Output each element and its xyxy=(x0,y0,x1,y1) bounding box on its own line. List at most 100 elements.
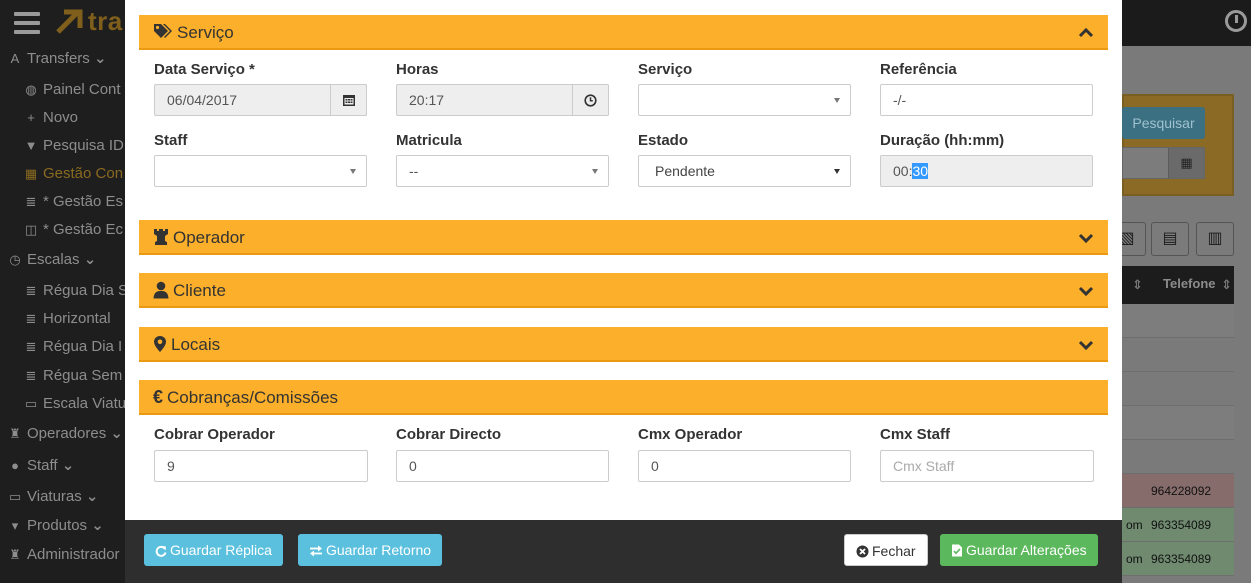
accordion-cobrancas[interactable]: € Cobranças/Comissões xyxy=(139,380,1108,415)
sidebar-item[interactable]: ≣ Régua Dia I xyxy=(24,334,123,360)
date-field[interactable]: ▦ xyxy=(1122,147,1205,179)
search-button[interactable]: Pesquisar xyxy=(1122,107,1205,139)
list-icon: ≣ xyxy=(25,194,37,209)
horas-input[interactable]: 20:17 xyxy=(396,84,609,116)
table-row[interactable] xyxy=(1122,304,1234,338)
sidebar-item[interactable]: ▭ Escala Viatu xyxy=(24,391,126,417)
tags-icon xyxy=(154,24,172,38)
estado-select[interactable]: Pendente xyxy=(638,155,851,187)
sidebar-item[interactable]: A Transfers ⌄ xyxy=(8,46,107,72)
estado-value: Pendente xyxy=(655,163,715,179)
sort-icon[interactable]: ⇕ xyxy=(1132,277,1143,293)
guardar-replica-button[interactable]: Guardar Réplica xyxy=(144,534,283,566)
hamburger-menu-icon[interactable] xyxy=(14,12,40,34)
table-row[interactable]: om 963354089 xyxy=(1122,508,1234,542)
sidebar-item[interactable]: ♜ Administrador xyxy=(8,542,120,568)
cobrar-directo-value: 0 xyxy=(409,458,417,474)
matricula-select[interactable]: -- xyxy=(396,155,609,187)
sidebar-item[interactable]: ≣ Horizontal xyxy=(24,306,111,332)
data-servico-input[interactable]: 06/04/2017 xyxy=(154,84,367,116)
referencia-input[interactable]: -/- xyxy=(880,84,1093,116)
table-row[interactable] xyxy=(1122,372,1234,406)
table-row[interactable] xyxy=(1122,338,1234,372)
referencia-value: -/- xyxy=(893,92,907,108)
cmx-staff-input[interactable]: Cmx Staff xyxy=(880,450,1094,482)
table-row[interactable] xyxy=(1122,440,1234,474)
accordion-title: Locais xyxy=(153,327,220,362)
caret-down-icon xyxy=(350,169,356,174)
calendar-icon[interactable]: ▦ xyxy=(1168,148,1204,178)
chevron-down-icon[interactable] xyxy=(1078,337,1094,353)
sidebar-item[interactable]: ▼ Pesquisa ID xyxy=(24,133,124,159)
section-title-cliente: Cliente xyxy=(173,281,226,300)
sidebar-item-label: Gestão Con xyxy=(43,165,124,182)
cmx-operador-input[interactable]: 0 xyxy=(638,450,851,482)
clock-icon[interactable] xyxy=(572,84,609,116)
chess-rook-icon xyxy=(154,229,168,245)
chevron-up-icon[interactable] xyxy=(1078,25,1094,41)
road-icon: A xyxy=(10,51,20,66)
list-icon: ≣ xyxy=(25,311,37,326)
sidebar-item[interactable]: ◫ * Gestão Ec xyxy=(24,217,123,243)
label-cmx-operador: Cmx Operador xyxy=(638,426,743,443)
caret-down-icon xyxy=(834,98,840,103)
accordion-operador[interactable]: Operador xyxy=(139,220,1108,255)
horas-value: 20:17 xyxy=(409,92,445,108)
chevron-down-icon[interactable] xyxy=(1078,230,1094,246)
duracao-value-selected: 30 xyxy=(912,163,929,179)
car-icon: ▭ xyxy=(24,396,38,411)
sidebar-item[interactable]: ● Staff ⌄ xyxy=(8,453,74,479)
sidebar-item[interactable]: ♜ Operadores ⌄ xyxy=(8,421,123,447)
sidebar-item-label: Administrador xyxy=(27,546,120,563)
export-doc-icon[interactable]: ▥ xyxy=(1196,222,1234,256)
sidebar-item[interactable]: ≣ Régua Dia S xyxy=(24,278,129,304)
sidebar-item[interactable]: ▭ Viaturas ⌄ xyxy=(8,484,99,510)
sidebar-item[interactable]: ◷ Escalas ⌄ xyxy=(8,247,96,273)
brand-arrow-icon xyxy=(56,9,83,34)
sidebar-item[interactable]: ◍ Painel Cont xyxy=(24,77,120,103)
table-cell-phone: 963354089 xyxy=(1151,552,1212,566)
accordion-cliente[interactable]: Cliente xyxy=(139,273,1108,308)
sidebar-item-label: Régua Sem xyxy=(43,367,123,384)
sort-icon[interactable]: ⇕ xyxy=(1221,277,1232,293)
matricula-value: -- xyxy=(409,163,419,179)
columns-icon: ◫ xyxy=(24,222,38,237)
accordion-title: Operador xyxy=(153,220,245,255)
sidebar-item-label: Viaturas xyxy=(27,488,82,505)
table-row[interactable]: om 963354089 xyxy=(1122,542,1234,576)
accordion-locais[interactable]: Locais xyxy=(139,327,1108,362)
export-pdf-icon[interactable]: ▤ xyxy=(1151,222,1189,256)
cobrar-directo-input[interactable]: 0 xyxy=(396,450,609,482)
guardar-alteracoes-label: Guardar Alterações xyxy=(966,542,1087,558)
sidebar-item[interactable]: ≣ Régua Sem xyxy=(24,363,123,389)
cobrar-operador-input[interactable]: 9 xyxy=(154,450,368,482)
chevron-down-icon[interactable] xyxy=(1078,283,1094,299)
car-icon: ▭ xyxy=(8,489,22,504)
fechar-button[interactable]: Fechar xyxy=(844,534,928,566)
sidebar-item[interactable]: ≣ * Gestão Es xyxy=(24,189,124,215)
sidebar-item[interactable]: ▾ Produtos ⌄ xyxy=(8,513,104,539)
duracao-input[interactable]: 00:30 xyxy=(880,155,1093,187)
label-staff: Staff xyxy=(154,132,188,149)
fechar-label: Fechar xyxy=(872,543,916,559)
sidebar-item[interactable]: + Novo xyxy=(24,105,78,131)
calendar-icon[interactable] xyxy=(330,84,367,116)
servico-select[interactable] xyxy=(638,84,851,116)
sidebar-item-label: Produtos xyxy=(27,517,88,534)
guardar-alteracoes-button[interactable]: Guardar Alterações xyxy=(940,534,1098,566)
table-row[interactable] xyxy=(1122,406,1234,440)
sidebar-item-label: Régua Dia S xyxy=(43,282,129,299)
list-icon: ≣ xyxy=(25,339,37,354)
column-header-telefone[interactable]: Telefone xyxy=(1163,276,1216,291)
label-referencia: Referência xyxy=(880,61,957,78)
label-cmx-staff: Cmx Staff xyxy=(880,426,951,443)
table-row[interactable]: 964228092 xyxy=(1122,474,1234,508)
chevron-down-icon: ⌄ xyxy=(79,251,97,268)
chevron-down-icon: ⌄ xyxy=(81,488,99,505)
accordion-servico[interactable]: Serviço xyxy=(139,15,1108,50)
guardar-retorno-button[interactable]: Guardar Retorno xyxy=(298,534,443,566)
sidebar-item[interactable]: ▦ Gestão Con xyxy=(24,161,123,187)
clock-icon[interactable] xyxy=(1225,10,1247,32)
plus-icon: + xyxy=(27,110,35,125)
staff-select[interactable] xyxy=(154,155,367,187)
